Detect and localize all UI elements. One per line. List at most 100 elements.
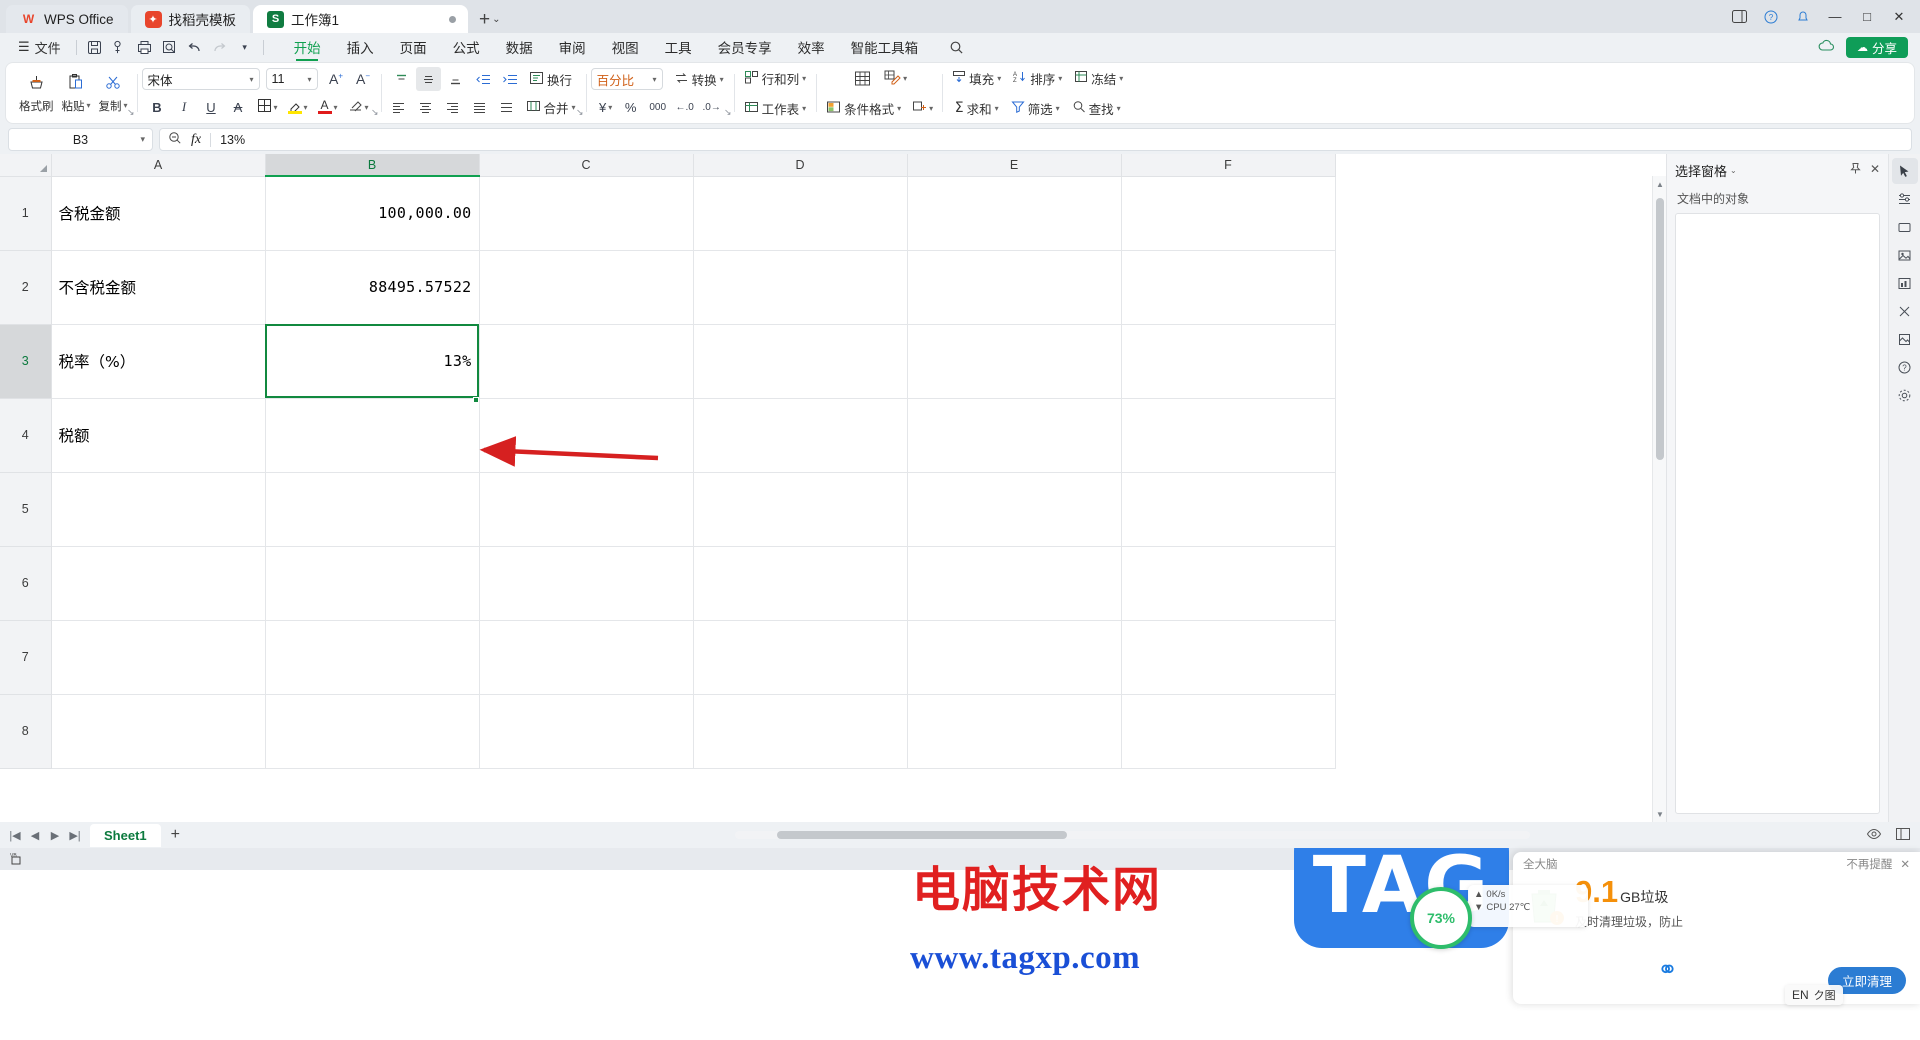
tab-review[interactable]: 审阅 (546, 34, 599, 60)
insert-cell-button[interactable]: ▾ (908, 96, 937, 120)
cell-c7[interactable] (478, 619, 694, 695)
clipboard-dialog-launcher[interactable]: ↘ (127, 107, 135, 118)
chevron-down-icon[interactable]: ▾ (802, 74, 806, 83)
align-right-button[interactable] (440, 95, 465, 119)
fill-handle[interactable] (473, 397, 479, 403)
font-color-button[interactable]: A ▾ (314, 95, 342, 119)
undo-icon[interactable] (184, 37, 206, 57)
more-commands-icon[interactable]: ▾ (234, 37, 256, 57)
scroll-down-arrow-icon[interactable]: ▼ (1653, 806, 1666, 822)
align-top-button[interactable] (389, 67, 414, 91)
formula-input[interactable]: fx 13% (159, 128, 1912, 151)
redo-icon[interactable] (209, 37, 231, 57)
vba-macro-icon[interactable]: VB (10, 851, 26, 868)
chart-icon[interactable] (1892, 270, 1918, 296)
cell-b2[interactable]: 88495.57522 (264, 249, 480, 325)
cell-a8[interactable] (50, 693, 266, 769)
find-icon[interactable] (159, 37, 181, 57)
align-middle-button[interactable] (416, 67, 442, 91)
cell-a6[interactable] (50, 545, 266, 621)
row-header-5[interactable]: 5 (0, 471, 52, 547)
cell-f3[interactable] (1120, 323, 1336, 399)
cell-e2[interactable] (906, 249, 1122, 325)
row-header-6[interactable]: 6 (0, 545, 52, 621)
column-header-d[interactable]: D (693, 154, 908, 177)
align-justify-button[interactable] (467, 95, 492, 119)
tab-workbook1[interactable]: S 工作簿1 (253, 5, 469, 33)
cell-e6[interactable] (906, 545, 1122, 621)
ime-indicator[interactable]: EN ク图 (1785, 985, 1843, 1005)
name-box[interactable]: B3 ▾ (8, 128, 153, 151)
notification-bell-icon[interactable] (1788, 3, 1818, 31)
filter-button[interactable]: 筛选 ▾ (1006, 96, 1065, 120)
column-header-c[interactable]: C (479, 154, 694, 177)
merge-cells-button[interactable]: 合并 ▾ (521, 95, 581, 119)
cell-c4[interactable] (478, 397, 694, 473)
align-distributed-button[interactable] (494, 95, 519, 119)
help-icon[interactable]: ? (1892, 354, 1918, 380)
number-format-select[interactable]: 百分比 ▾ (590, 68, 663, 90)
percent-format-button[interactable]: % (618, 95, 643, 119)
select-all-corner[interactable] (0, 154, 52, 177)
row-header-3[interactable]: 3 (0, 323, 52, 399)
cell-a4[interactable]: 税额 (50, 397, 266, 473)
borders-button[interactable]: ▾ (253, 95, 282, 119)
chevron-down-icon[interactable]: ▾ (997, 74, 1001, 83)
share-button[interactable]: ☁ 分享 (1845, 36, 1908, 58)
tab-start[interactable]: 开始 (281, 34, 334, 60)
selection-pane-object-list[interactable] (1675, 213, 1880, 814)
chevron-down-icon[interactable]: ▾ (304, 103, 308, 112)
font-dialog-launcher[interactable]: ↘ (371, 107, 379, 118)
picture-icon[interactable] (1892, 242, 1918, 268)
spreadsheet-grid[interactable]: A B C D E F 1 含税金额 100,000.00 2 不含税金额 88… (0, 154, 1666, 822)
system-cleaner-popup[interactable]: 全大脑 不再提醒 ✕ ! 9.1GB垃圾 及时清理垃圾，防止 立即清理 (1513, 852, 1920, 1004)
print-icon[interactable] (134, 37, 156, 57)
help-circle-icon[interactable]: ? (1756, 3, 1786, 31)
underline-button[interactable]: U (199, 95, 224, 119)
chevron-down-icon[interactable]: ▾ (1119, 74, 1123, 83)
cell-e7[interactable] (906, 619, 1122, 695)
cell-b8[interactable] (264, 693, 480, 769)
chevron-down-icon[interactable]: ▾ (608, 103, 612, 112)
scroll-up-arrow-icon[interactable]: ▲ (1653, 176, 1666, 192)
cell-a1[interactable]: 含税金额 (50, 175, 266, 251)
cell-c8[interactable] (478, 693, 694, 769)
shape-icon[interactable] (1892, 214, 1918, 240)
settings-icon[interactable] (1892, 382, 1918, 408)
cell-b4[interactable] (264, 397, 480, 473)
next-sheet-button[interactable]: ▶ (46, 825, 64, 845)
cleaner-dismiss-button[interactable]: 不再提醒 (1846, 856, 1892, 872)
tab-view[interactable]: 视图 (599, 34, 652, 60)
chevron-down-icon[interactable]: ▾ (1117, 104, 1121, 113)
tab-smart-toolbox[interactable]: 智能工具箱 (838, 34, 932, 60)
wps-float-icon[interactable]: ⚭ (1657, 955, 1678, 984)
row-header-4[interactable]: 4 (0, 397, 52, 473)
decrease-indent-button[interactable] (470, 67, 495, 91)
cell-d3[interactable] (692, 323, 908, 399)
maximize-button[interactable]: □ (1852, 3, 1882, 31)
cell-d7[interactable] (692, 619, 908, 695)
chevron-down-icon[interactable]: ▾ (903, 74, 907, 83)
highlight-color-button[interactable]: ▾ (284, 95, 312, 119)
cell-d4[interactable] (692, 397, 908, 473)
sheet-tab-sheet1[interactable]: Sheet1 (90, 823, 161, 847)
cell-b3[interactable]: 13% (264, 323, 480, 399)
fill-button[interactable]: 填充 ▾ (947, 66, 1006, 90)
image-tools-icon[interactable] (1892, 326, 1918, 352)
row-header-7[interactable]: 7 (0, 619, 52, 695)
first-sheet-button[interactable]: |◀ (6, 825, 24, 845)
save-icon[interactable] (84, 37, 106, 57)
horizontal-scroll-thumb[interactable] (777, 831, 1067, 839)
add-sheet-button[interactable]: + (171, 826, 180, 844)
cell-d5[interactable] (692, 471, 908, 547)
column-header-e[interactable]: E (907, 154, 1122, 177)
cell-a2[interactable]: 不含税金额 (50, 249, 266, 325)
cell-c5[interactable] (478, 471, 694, 547)
chevron-down-icon[interactable]: ▾ (897, 104, 901, 113)
file-menu-button[interactable]: ☰ 文件 (10, 38, 69, 57)
chevron-down-icon[interactable]: ▾ (802, 104, 806, 113)
cell-e3[interactable] (906, 323, 1122, 399)
decrease-font-size-button[interactable]: A− (351, 67, 376, 91)
bold-button[interactable]: B (145, 95, 170, 119)
convert-button[interactable]: 转换 ▾ (669, 67, 729, 91)
